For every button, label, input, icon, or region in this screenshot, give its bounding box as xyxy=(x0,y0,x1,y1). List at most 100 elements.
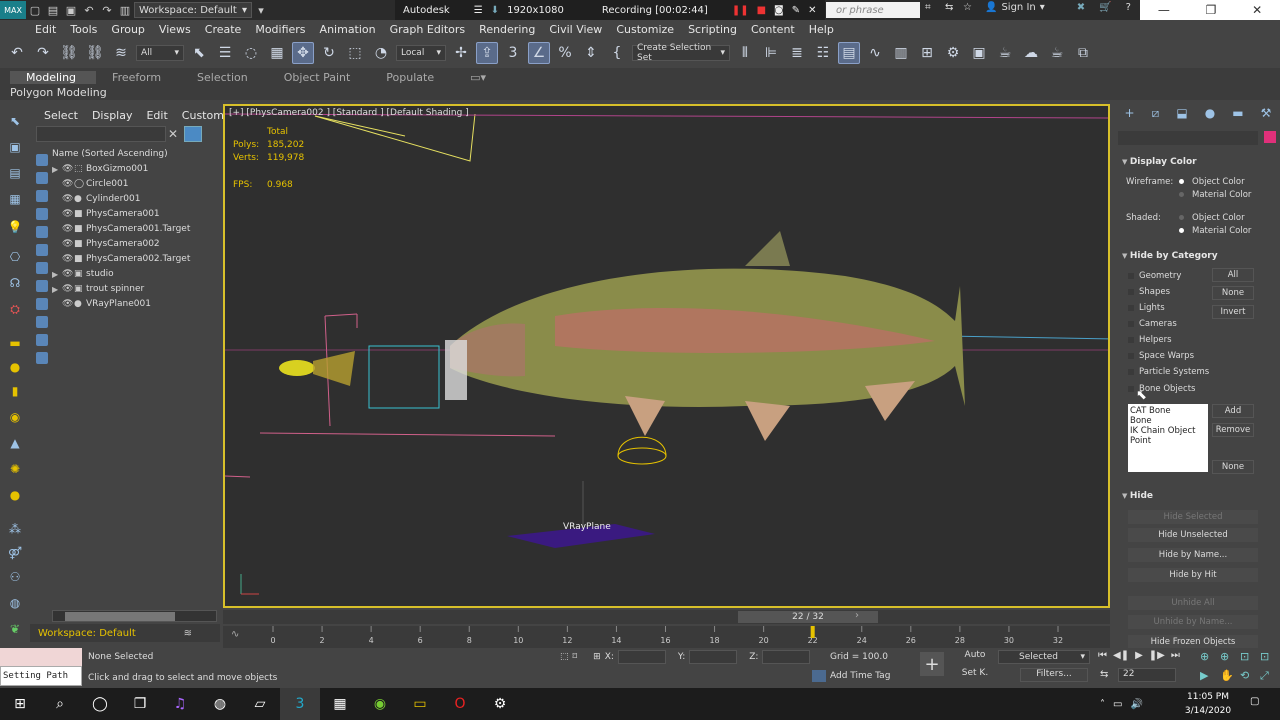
maxscript-input[interactable]: Setting Path xyxy=(0,666,82,686)
list-item[interactable]: ▶ 👁 ▣ trout spinner xyxy=(52,282,220,296)
display-containers-icon[interactable] xyxy=(36,334,48,346)
settings-icon[interactable]: ⚙ xyxy=(480,688,520,720)
zoom-extents-all-icon[interactable]: ⊡ xyxy=(1260,650,1278,667)
cortana-icon[interactable]: ◯ xyxy=(80,688,120,720)
list-item[interactable]: 👁 ◯ Circle001 xyxy=(52,177,220,191)
maxscript-listener[interactable] xyxy=(0,648,82,666)
list-item[interactable]: CAT Bone xyxy=(1130,406,1206,416)
hide-by-name-button[interactable]: Hide by Name... xyxy=(1128,548,1258,562)
layers-stack-icon[interactable]: ≋ xyxy=(184,628,192,639)
window-crossing-icon[interactable]: ▦ xyxy=(266,42,288,64)
display-lights-icon[interactable] xyxy=(36,208,48,220)
star-icon[interactable]: ☆ xyxy=(963,2,972,13)
fov-icon[interactable]: ▶ xyxy=(1200,669,1218,687)
list-item[interactable]: 👁 ■ PhysCamera002.Target xyxy=(52,252,220,266)
pan-icon[interactable]: ✋ xyxy=(1220,669,1238,687)
app-icon[interactable]: ◍ xyxy=(200,688,240,720)
zoom-icon[interactable]: ⊕ xyxy=(1200,650,1218,667)
menu-animation[interactable]: Animation xyxy=(313,23,383,36)
cylinder-icon[interactable]: ▮ xyxy=(7,384,23,398)
box-icon[interactable]: ▬ xyxy=(7,336,23,350)
redo-icon[interactable]: ↷ xyxy=(32,42,54,64)
tab-freeform[interactable]: Freeform xyxy=(96,71,181,84)
menu-tools[interactable]: Tools xyxy=(63,23,104,36)
track-bar[interactable]: 0 2 4 6 8 10 12 14 16 18 20 22 24 26 28 30 32 ∿ xyxy=(223,626,1110,648)
cart-icon[interactable]: 🛒 xyxy=(1099,2,1111,13)
move-icon[interactable]: ✥ xyxy=(292,42,314,64)
menu-customize[interactable]: Customize xyxy=(609,23,681,36)
network-icon[interactable]: ▭ xyxy=(1113,699,1122,710)
3dsmax-taskbar-icon[interactable]: 3 xyxy=(280,688,320,720)
explorer-search-input[interactable] xyxy=(36,126,166,142)
ribbon-subtitle[interactable]: Polygon Modeling xyxy=(0,86,1280,100)
undo-icon[interactable]: ↶ xyxy=(80,1,98,19)
amazon-music-icon[interactable]: ♫ xyxy=(160,688,200,720)
zoom-extents-icon[interactable]: ⊡ xyxy=(1240,650,1258,667)
select-by-name-icon[interactable]: ☰ xyxy=(214,42,236,64)
eye-icon[interactable]: 👁 xyxy=(62,164,74,174)
mirror-icon[interactable]: ⫴ xyxy=(734,42,756,64)
media-icon[interactable]: ▦ xyxy=(320,688,360,720)
list-item[interactable]: 👁 ● VRayPlane001 xyxy=(52,297,220,311)
display-geometry-icon[interactable] xyxy=(36,172,48,184)
explorer-scrollbar[interactable] xyxy=(52,610,217,622)
select-manipulate-icon[interactable]: ⇪ xyxy=(476,42,498,64)
display-spacewarps-icon[interactable] xyxy=(36,262,48,274)
render-setup-icon[interactable]: ⚙ xyxy=(942,42,964,64)
sphere-icon[interactable]: ● xyxy=(7,360,23,374)
x-coordinate-field[interactable] xyxy=(617,650,666,664)
exchange-icon[interactable]: ⇆ xyxy=(945,2,953,13)
zoom-all-icon[interactable]: ⊕ xyxy=(1220,650,1238,667)
shapes-checkbox[interactable] xyxy=(1128,289,1134,295)
space-warps-checkbox[interactable] xyxy=(1128,353,1134,359)
help-icon[interactable]: ? xyxy=(1126,2,1131,13)
hierarchy-tab-icon[interactable]: ⬓ xyxy=(1176,106,1187,124)
key-mode-icon[interactable]: + xyxy=(920,652,944,676)
camera-icon[interactable]: ◙ xyxy=(774,5,784,16)
filter-icon[interactable] xyxy=(184,126,202,142)
spacewarp-icon[interactable]: ☊ xyxy=(7,276,23,290)
save-icon[interactable]: ▣ xyxy=(62,1,80,19)
explorer-menu-edit[interactable]: Edit xyxy=(146,109,167,122)
wireframe-object-color-radio[interactable] xyxy=(1179,179,1184,184)
cameras-checkbox[interactable] xyxy=(1128,321,1134,327)
next-frame-icon[interactable]: ❚▶ xyxy=(1149,650,1165,661)
torus-icon[interactable]: ◉ xyxy=(7,410,23,424)
scrollbar-thumb[interactable] xyxy=(65,612,175,621)
cone-icon[interactable]: ▲ xyxy=(7,436,23,450)
volume-icon[interactable]: 🔊 xyxy=(1130,699,1142,710)
auto-key-button[interactable]: Auto xyxy=(960,650,990,664)
lights-checkbox[interactable] xyxy=(1128,305,1134,311)
selection-filter-dropdown[interactable]: All ▾ xyxy=(136,45,184,61)
display-frozen-icon[interactable] xyxy=(36,352,48,364)
rotate-icon[interactable]: ↻ xyxy=(318,42,340,64)
key-filter-dropdown[interactable]: Selected ▾ xyxy=(998,650,1090,664)
task-view-icon[interactable]: ❐ xyxy=(120,688,160,720)
autodesk-app-icon[interactable]: ✖ xyxy=(1077,2,1085,13)
placement-icon[interactable]: ◔ xyxy=(370,42,392,64)
prev-frame-icon[interactable]: ◀❚ xyxy=(1113,650,1129,661)
display-groups-icon[interactable] xyxy=(36,280,48,292)
viewport[interactable]: [+] [PhysCamera002 ] [Standard ] [Defaul… xyxy=(223,104,1110,608)
remove-category-button[interactable]: Remove xyxy=(1212,423,1254,437)
menu-edit[interactable]: Edit xyxy=(28,23,63,36)
project-icon[interactable]: ▥ xyxy=(116,1,134,19)
teapot-icon[interactable]: ● xyxy=(7,488,23,502)
eye-icon[interactable]: 👁 xyxy=(62,284,74,294)
list-item[interactable]: ▶ 👁 ⬚ BoxGizmo001 xyxy=(52,162,220,176)
y-coordinate-field[interactable] xyxy=(689,650,738,664)
lock-selection-icon[interactable]: ⌑ xyxy=(573,652,578,662)
notes-icon[interactable]: ▱ xyxy=(240,688,280,720)
current-frame-marker[interactable] xyxy=(810,626,815,638)
leaf-icon[interactable]: ❦ xyxy=(7,622,23,636)
minimize-icon[interactable]: — xyxy=(1158,3,1170,17)
list-item[interactable]: 👁 ● Cylinder001 xyxy=(52,192,220,206)
explorer-menu-display[interactable]: Display xyxy=(92,109,133,122)
set-key-button[interactable]: Set K. xyxy=(960,668,990,682)
motion-tab-icon[interactable]: ● xyxy=(1205,106,1215,124)
expand-arrow-icon[interactable]: ▶ xyxy=(52,165,62,174)
key-filters-button[interactable]: Filters... xyxy=(1020,668,1088,682)
a360-icon[interactable]: ⧉ xyxy=(1072,42,1094,64)
maximize-viewport-icon[interactable]: ⤢ xyxy=(1260,669,1278,687)
hide-unselected-button[interactable]: Hide Unselected xyxy=(1128,528,1258,542)
